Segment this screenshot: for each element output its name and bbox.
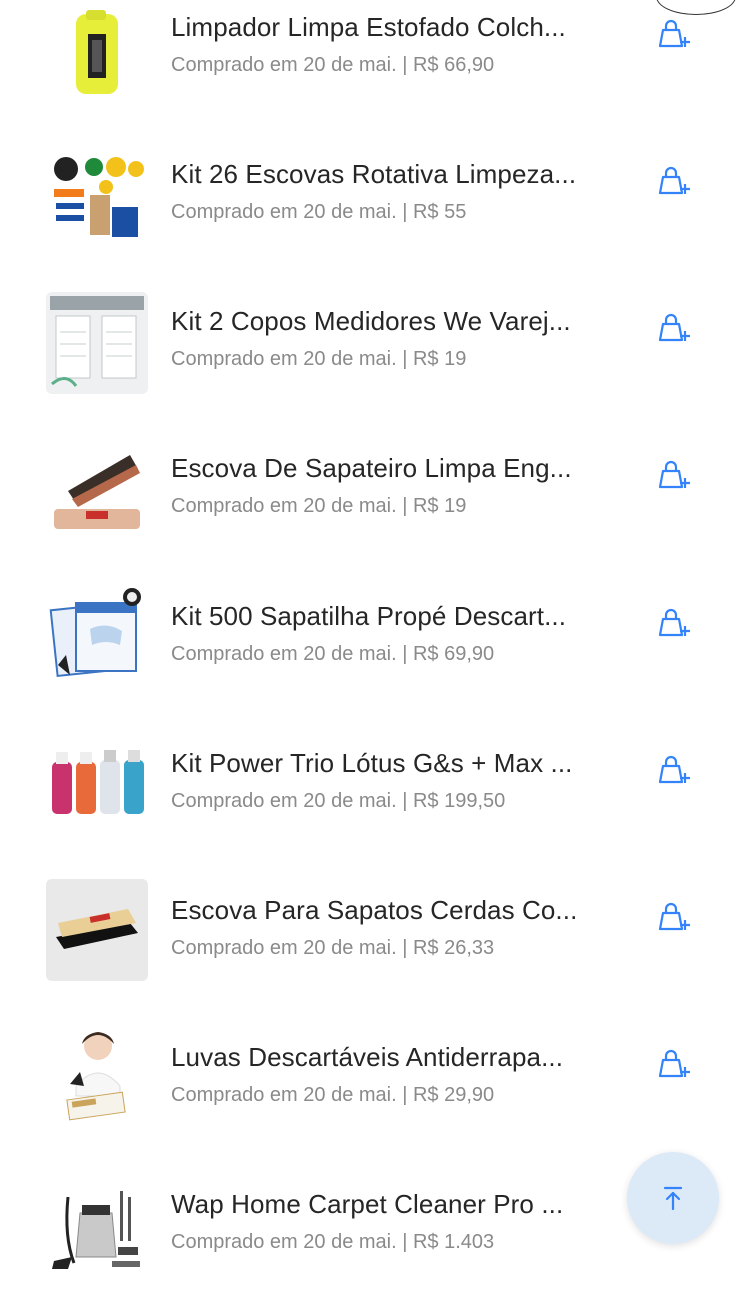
add-to-cart-icon[interactable] <box>650 895 694 939</box>
purchase-info: Comprado em 20 de mai. | R$ 19 <box>171 348 467 370</box>
purchase-info: Comprado em 20 de mai. | R$ 19 <box>171 495 467 517</box>
product-title[interactable]: Kit 2 Copos Medidores We Varej... <box>171 306 641 337</box>
list-item[interactable]: Luvas Descartáveis Antiderrapa... Compra… <box>0 1026 740 1150</box>
add-to-cart-icon[interactable] <box>650 159 694 203</box>
purchase-info: Comprado em 20 de mai. | R$ 66,90 <box>171 54 495 76</box>
purchase-info: Comprado em 20 de mai. | R$ 29,90 <box>171 1084 495 1106</box>
product-thumbnail <box>46 292 148 394</box>
product-thumbnail <box>46 879 148 981</box>
list-item[interactable]: Kit Power Trio Lótus G&s + Max ... Compr… <box>0 736 740 856</box>
product-title[interactable]: Wap Home Carpet Cleaner Pro ... <box>171 1189 641 1220</box>
list-item[interactable]: Escova Para Sapatos Cerdas Co... Comprad… <box>0 879 740 1003</box>
list-item[interactable]: Escova De Sapateiro Limpa Eng... Comprad… <box>0 441 740 561</box>
add-to-cart-icon[interactable] <box>650 1042 694 1086</box>
add-to-cart-icon[interactable] <box>650 748 694 792</box>
product-title[interactable]: Limpador Limpa Estofado Colch... <box>171 12 641 43</box>
add-to-cart-icon[interactable] <box>650 12 694 56</box>
product-thumbnail <box>46 1026 148 1128</box>
purchase-info: Comprado em 20 de mai. | R$ 1.403 <box>171 1231 495 1253</box>
purchase-info: Comprado em 20 de mai. | R$ 199,50 <box>171 790 506 812</box>
product-title[interactable]: Luvas Descartáveis Antiderrapa... <box>171 1042 641 1073</box>
list-item[interactable]: Kit 2 Copos Medidores We Varej... Compra… <box>0 292 740 414</box>
product-title[interactable]: Kit 500 Sapatilha Propé Descart... <box>171 601 641 632</box>
list-item[interactable]: Limpador Limpa Estofado Colch... Comprad… <box>0 0 740 120</box>
product-title[interactable]: Kit Power Trio Lótus G&s + Max ... <box>171 748 641 779</box>
product-title[interactable]: Escova De Sapateiro Limpa Eng... <box>171 453 641 484</box>
list-item[interactable]: Kit 26 Escovas Rotativa Limpeza... Compr… <box>0 147 740 267</box>
purchase-info: Comprado em 20 de mai. | R$ 55 <box>171 201 467 223</box>
add-to-cart-icon[interactable] <box>650 601 694 645</box>
product-thumbnail <box>46 4 148 106</box>
add-to-cart-icon[interactable] <box>650 453 694 497</box>
product-thumbnail <box>46 738 148 840</box>
add-to-cart-icon[interactable] <box>650 306 694 350</box>
product-title[interactable]: Kit 26 Escovas Rotativa Limpeza... <box>171 159 641 190</box>
scroll-to-top-button[interactable] <box>627 1152 719 1244</box>
product-title[interactable]: Escova Para Sapatos Cerdas Co... <box>171 895 641 926</box>
product-thumbnail <box>46 151 148 253</box>
arrow-up-icon <box>663 1186 683 1211</box>
product-thumbnail <box>46 441 148 543</box>
purchase-info: Comprado em 20 de mai. | R$ 69,90 <box>171 643 495 665</box>
purchase-info: Comprado em 20 de mai. | R$ 26,33 <box>171 937 495 959</box>
product-thumbnail <box>46 585 148 687</box>
list-item[interactable]: Kit 500 Sapatilha Propé Descart... Compr… <box>0 585 740 709</box>
product-thumbnail <box>46 1177 148 1279</box>
